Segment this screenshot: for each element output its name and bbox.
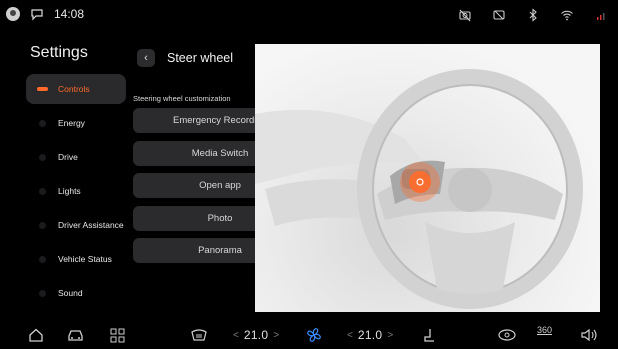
lights-icon — [36, 186, 48, 196]
drive-icon — [36, 152, 48, 162]
windshield-defrost-icon[interactable] — [190, 326, 208, 344]
sidebar-item-label: Driver Assistance — [58, 220, 124, 230]
steering-wheel-preview — [255, 44, 600, 312]
sidebar-item-label: Energy — [58, 118, 85, 128]
temp-right-increase-button[interactable]: > — [387, 330, 393, 341]
temp-right-decrease-button[interactable]: < — [347, 330, 353, 341]
steering-wheel-illustration — [255, 69, 583, 309]
car-icon — [36, 84, 48, 94]
bluetooth-icon[interactable] — [526, 8, 540, 22]
message-icon[interactable] — [30, 7, 44, 21]
sidebar-item-label: Sound — [58, 288, 83, 298]
sidebar-item-vehicle-status[interactable]: Vehicle Status — [26, 244, 126, 274]
user-avatar-icon[interactable] — [6, 7, 20, 21]
left-temp-value: 21.0 — [243, 328, 269, 342]
sidebar-item-driver-assistance[interactable]: Driver Assistance — [26, 210, 126, 240]
back-button[interactable]: ‹ — [137, 49, 155, 67]
sidebar-item-label: Controls — [58, 84, 90, 94]
apps-grid-icon[interactable] — [110, 326, 125, 344]
wifi-icon[interactable] — [560, 8, 574, 22]
steering-wheel-heat-icon[interactable] — [497, 326, 517, 344]
settings-title: Settings — [30, 44, 88, 61]
sidebar-item-label: Lights — [58, 186, 81, 196]
page-header: ‹ Steer wheel — [137, 49, 233, 67]
sidebar-item-drive[interactable]: Drive — [26, 142, 126, 172]
vehicle-status-icon — [36, 254, 48, 264]
left-temperature[interactable]: < 21.0 > — [228, 326, 284, 344]
temp-left-increase-button[interactable]: > — [273, 330, 279, 341]
signal-icon — [597, 13, 605, 20]
bottom-dock: < 21.0 > < 21.0 > 360 — [0, 322, 618, 349]
energy-icon — [36, 118, 48, 128]
section-label: Steering wheel customization — [133, 94, 231, 103]
home-icon[interactable] — [28, 326, 44, 344]
camera-360-icon[interactable]: 360 — [537, 326, 552, 344]
driver-assistance-icon — [36, 220, 48, 230]
sidebar-item-sound[interactable]: Sound — [26, 278, 126, 308]
sidebar-item-label: Vehicle Status — [58, 254, 112, 264]
fan-icon[interactable] — [305, 326, 323, 344]
camera-off-icon[interactable] — [458, 8, 472, 22]
status-bar: 14:08 — [0, 0, 618, 36]
sidebar-item-controls[interactable]: Controls — [26, 74, 126, 104]
sidebar: Controls Energy Drive Lights Driver Assi… — [26, 74, 126, 312]
volume-icon[interactable] — [580, 326, 598, 344]
right-temperature[interactable]: < 21.0 > — [342, 326, 398, 344]
right-temp-value: 21.0 — [357, 328, 383, 342]
seat-icon[interactable] — [421, 326, 437, 344]
clock: 14:08 — [54, 7, 85, 21]
car-icon[interactable] — [67, 326, 84, 344]
temp-left-decrease-button[interactable]: < — [233, 330, 239, 341]
page-title: Steer wheel — [167, 51, 234, 65]
screen-icon[interactable] — [492, 8, 506, 22]
chevron-left-icon: ‹ — [144, 52, 148, 64]
sidebar-item-lights[interactable]: Lights — [26, 176, 126, 206]
sidebar-item-label: Drive — [58, 152, 78, 162]
camera-360-label: 360 — [537, 325, 553, 335]
sidebar-item-energy[interactable]: Energy — [26, 108, 126, 138]
sound-icon — [36, 288, 48, 298]
